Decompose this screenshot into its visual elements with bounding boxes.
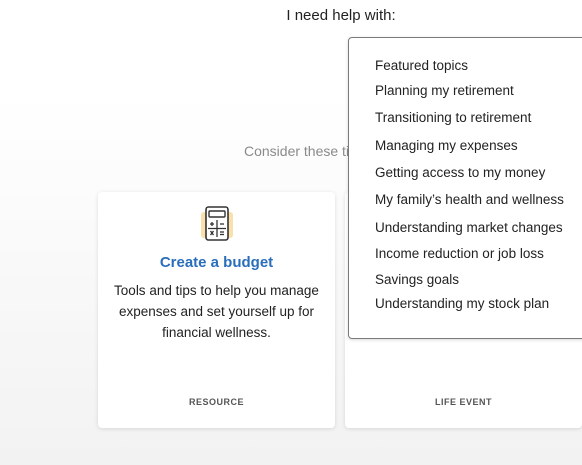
dropdown-item-market-changes[interactable]: Understanding market changes (375, 220, 563, 235)
dropdown-item-income-reduction[interactable]: Income reduction or job loss (375, 246, 544, 261)
help-topic-dropdown[interactable]: Featured topics Planning my retirement T… (348, 37, 582, 339)
section-subtitle: Consider these tim (244, 143, 361, 159)
dropdown-item-planning-retirement[interactable]: Planning my retirement (375, 83, 514, 98)
dropdown-item-transitioning-retirement[interactable]: Transitioning to retirement (375, 110, 531, 125)
dropdown-item-managing-expenses[interactable]: Managing my expenses (375, 138, 518, 153)
dropdown-item-savings-goals[interactable]: Savings goals (375, 272, 459, 287)
card-tag: RESOURCE (188, 397, 244, 407)
budget-card[interactable]: Create a budget Tools and tips to help y… (98, 192, 335, 428)
dropdown-item-featured-topics[interactable]: Featured topics (375, 58, 468, 73)
dropdown-item-access-money[interactable]: Getting access to my money (375, 165, 545, 180)
calculator-icon (200, 206, 233, 241)
card-description: Tools and tips to help you manage expens… (114, 283, 319, 340)
dropdown-item-family-health[interactable]: My family’s health and wellness (375, 192, 564, 207)
card-tag: LIFE EVENT (434, 397, 492, 407)
dropdown-item-stock-plan[interactable]: Understanding my stock plan (375, 296, 549, 311)
help-topic-label: I need help with: (286, 7, 396, 24)
card-title[interactable]: Create a budget (98, 254, 335, 271)
